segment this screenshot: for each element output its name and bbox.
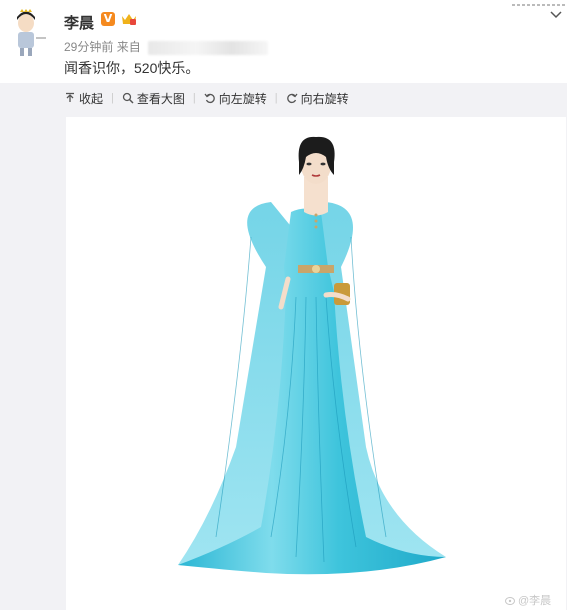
image-toolbar: 收起 | 查看大图 | 向左旋转 | 向右旋转 [64, 86, 349, 110]
collapse-button[interactable]: 收起 [64, 90, 103, 107]
corner-tag [510, 0, 567, 8]
toolbar-divider: | [274, 92, 278, 104]
zoom-icon [122, 92, 134, 104]
source-label: 来自 [116, 40, 141, 54]
weibo-logo-icon [505, 597, 515, 605]
rotate-left-label: 向左旋转 [218, 91, 267, 106]
rotate-right-button[interactable]: 向右旋转 [286, 90, 349, 107]
post-text: 闻香识你，520快乐。 [64, 60, 200, 76]
username[interactable]: 李晨 [64, 12, 94, 33]
verified-badge-icon: V [101, 12, 115, 26]
view-large-button[interactable]: 查看大图 [122, 90, 185, 107]
post-header: 李晨 V 29分钟前 来自 闻香识你，520快乐。 [0, 0, 567, 82]
post-meta: 29分钟前 来自 [64, 38, 269, 55]
rotate-right-icon [286, 93, 298, 104]
rotate-left-button[interactable]: 向左旋转 [204, 90, 267, 107]
toolbar-divider: | [111, 92, 114, 104]
collapse-label: 收起 [79, 91, 104, 106]
gown-illustration [178, 136, 446, 575]
rotate-left-icon [204, 93, 215, 104]
crown-badge-icon [121, 12, 137, 26]
close-icon[interactable] [549, 8, 563, 22]
source-redacted [148, 40, 269, 55]
watermark-text: @李晨 [518, 595, 552, 607]
avatar[interactable] [8, 8, 48, 56]
toolbar-divider: | [192, 92, 196, 104]
collapse-icon [66, 92, 74, 102]
watermark: @李晨 [505, 592, 551, 608]
post-time[interactable]: 29分钟前 [64, 40, 113, 54]
rotate-right-label: 向右旋转 [300, 91, 349, 106]
post-image[interactable] [66, 117, 566, 610]
view-large-label: 查看大图 [136, 91, 185, 106]
